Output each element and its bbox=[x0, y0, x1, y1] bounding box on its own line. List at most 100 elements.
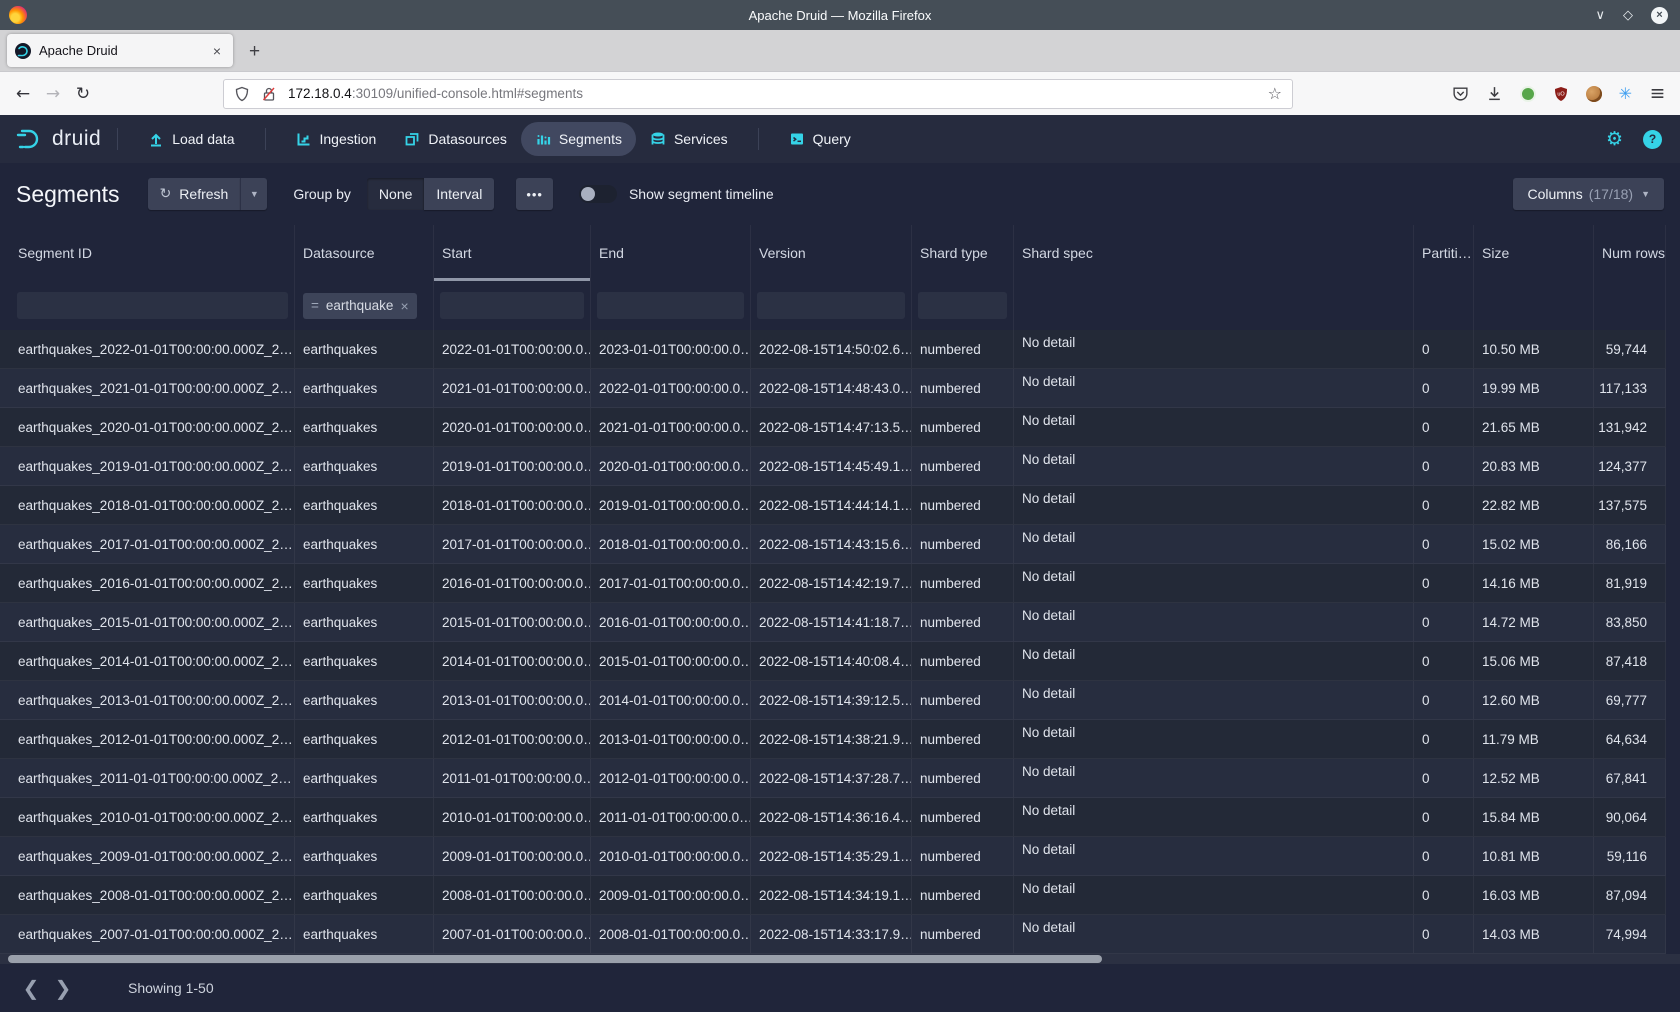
shard-type-filter-input[interactable] bbox=[918, 292, 1007, 319]
table-row[interactable]: earthquakes_2021-01-01T00:00:00.000Z_2… … bbox=[0, 369, 1666, 408]
cell-shard-spec: No detail bbox=[1014, 408, 1414, 446]
cell-datasource: earthquakes bbox=[295, 720, 434, 758]
tab-close-icon[interactable]: × bbox=[209, 43, 225, 59]
start-filter-input[interactable] bbox=[440, 292, 584, 319]
cell-num-rows: 59,744 bbox=[1594, 330, 1666, 368]
table-row[interactable]: earthquakes_2019-01-01T00:00:00.000Z_2… … bbox=[0, 447, 1666, 486]
cell-num-rows: 59,116 bbox=[1594, 837, 1666, 875]
table-row[interactable]: earthquakes_2009-01-01T00:00:00.000Z_2… … bbox=[0, 837, 1666, 876]
insecure-lock-icon[interactable] bbox=[261, 86, 279, 102]
scrollbar-thumb[interactable] bbox=[8, 955, 1102, 963]
group-by-interval-button[interactable]: Interval bbox=[424, 178, 494, 210]
cell-partition: 0 bbox=[1414, 642, 1474, 680]
column-header-datasource[interactable]: Datasource bbox=[295, 225, 434, 281]
cell-end: 2015-01-01T00:00:00.0… bbox=[591, 642, 751, 680]
column-header-partition[interactable]: Partiti… bbox=[1414, 225, 1474, 281]
group-by-none-button[interactable]: None bbox=[367, 178, 424, 210]
reload-button[interactable]: ↻ bbox=[68, 84, 98, 104]
window-maximize-icon[interactable]: ◇ bbox=[1623, 7, 1633, 23]
version-filter-input[interactable] bbox=[757, 292, 905, 319]
column-header-shard-spec[interactable]: Shard spec bbox=[1014, 225, 1414, 281]
column-header-num-rows[interactable]: Num rows bbox=[1594, 225, 1666, 281]
remove-filter-icon[interactable]: × bbox=[400, 298, 408, 314]
cell-segment-id: earthquakes_2017-01-01T00:00:00.000Z_2… bbox=[0, 525, 295, 563]
columns-button[interactable]: Columns(17/18)▼ bbox=[1513, 178, 1664, 210]
table-row[interactable]: earthquakes_2017-01-01T00:00:00.000Z_2… … bbox=[0, 525, 1666, 564]
cookie-extension-icon[interactable] bbox=[1586, 86, 1602, 102]
table-row[interactable]: earthquakes_2014-01-01T00:00:00.000Z_2… … bbox=[0, 642, 1666, 681]
toggle-knob bbox=[581, 187, 595, 201]
cell-partition: 0 bbox=[1414, 447, 1474, 485]
horizontal-scrollbar[interactable] bbox=[0, 954, 1680, 964]
extension-green-icon[interactable] bbox=[1520, 86, 1536, 102]
column-header-start[interactable]: Start bbox=[434, 225, 591, 281]
table-row[interactable]: earthquakes_2020-01-01T00:00:00.000Z_2… … bbox=[0, 408, 1666, 447]
window-minimize-icon[interactable]: ∨ bbox=[1595, 7, 1605, 23]
cell-num-rows: 86,166 bbox=[1594, 525, 1666, 563]
refresh-button[interactable]: ↻Refresh bbox=[148, 178, 241, 210]
help-icon[interactable]: ? bbox=[1643, 130, 1662, 149]
cell-partition: 0 bbox=[1414, 486, 1474, 524]
druid-logo[interactable]: druid bbox=[15, 126, 101, 152]
datasource-filter-tag[interactable]: = earthquake × bbox=[303, 293, 417, 319]
column-header-segment-id[interactable]: Segment ID bbox=[0, 225, 295, 281]
downloads-icon[interactable] bbox=[1486, 85, 1503, 102]
previous-page-button[interactable]: ❮ bbox=[20, 976, 42, 1000]
table-row[interactable]: earthquakes_2010-01-01T00:00:00.000Z_2… … bbox=[0, 798, 1666, 837]
cell-datasource: earthquakes bbox=[295, 876, 434, 914]
druid-navbar: druid Load data Ingestion Datasources Se… bbox=[0, 115, 1680, 163]
druid-brand-text: druid bbox=[52, 127, 101, 151]
end-filter-input[interactable] bbox=[597, 292, 744, 319]
new-tab-button[interactable]: + bbox=[249, 41, 260, 63]
settings-gear-icon[interactable]: ⚙ bbox=[1606, 128, 1623, 150]
columns-count: (17/18) bbox=[1589, 186, 1633, 202]
browser-tab-apache-druid[interactable]: Apache Druid × bbox=[7, 34, 233, 67]
more-options-button[interactable]: ••• bbox=[516, 178, 553, 210]
table-row[interactable]: earthquakes_2011-01-01T00:00:00.000Z_2… … bbox=[0, 759, 1666, 798]
table-row[interactable]: earthquakes_2007-01-01T00:00:00.000Z_2… … bbox=[0, 915, 1666, 954]
nav-item-load-data[interactable]: Load data bbox=[134, 122, 248, 156]
cell-shard-spec: No detail bbox=[1014, 798, 1414, 836]
column-header-end[interactable]: End bbox=[591, 225, 751, 281]
menu-hamburger-icon[interactable] bbox=[1649, 85, 1666, 102]
cell-size: 12.52 MB bbox=[1474, 759, 1594, 797]
cell-partition: 0 bbox=[1414, 915, 1474, 953]
chevron-down-icon: ▼ bbox=[1641, 189, 1650, 199]
table-row[interactable]: earthquakes_2016-01-01T00:00:00.000Z_2… … bbox=[0, 564, 1666, 603]
back-button[interactable]: ← bbox=[8, 84, 38, 104]
column-header-shard-type[interactable]: Shard type bbox=[912, 225, 1014, 281]
pocket-icon[interactable] bbox=[1452, 85, 1469, 102]
url-bar[interactable]: 172.18.0.4:30109/unified-console.html#se… bbox=[223, 79, 1293, 109]
ublock-origin-icon[interactable]: uO bbox=[1553, 86, 1569, 102]
table-row[interactable]: earthquakes_2008-01-01T00:00:00.000Z_2… … bbox=[0, 876, 1666, 915]
cell-version: 2022-08-15T14:48:43.0… bbox=[751, 369, 912, 407]
refresh-options-button[interactable]: ▼ bbox=[240, 178, 267, 210]
segment-id-filter-input[interactable] bbox=[17, 292, 288, 319]
tracking-shield-icon[interactable] bbox=[234, 86, 252, 102]
cell-start: 2011-01-01T00:00:00.0… bbox=[434, 759, 591, 797]
column-header-size[interactable]: Size bbox=[1474, 225, 1594, 281]
nav-item-services[interactable]: Services bbox=[636, 122, 742, 156]
cell-start: 2009-01-01T00:00:00.0… bbox=[434, 837, 591, 875]
segment-timeline-toggle[interactable] bbox=[579, 185, 617, 203]
nav-item-datasources[interactable]: Datasources bbox=[390, 122, 521, 156]
cell-start: 2008-01-01T00:00:00.0… bbox=[434, 876, 591, 914]
cell-partition: 0 bbox=[1414, 798, 1474, 836]
next-page-button[interactable]: ❯ bbox=[52, 976, 74, 1000]
column-header-version[interactable]: Version bbox=[751, 225, 912, 281]
table-row[interactable]: earthquakes_2018-01-01T00:00:00.000Z_2… … bbox=[0, 486, 1666, 525]
cell-datasource: earthquakes bbox=[295, 486, 434, 524]
extension-asterisk-icon[interactable]: ✳ bbox=[1619, 84, 1632, 103]
nav-item-query[interactable]: Query bbox=[775, 122, 865, 156]
window-close-icon[interactable]: × bbox=[1651, 7, 1668, 24]
navbar-divider bbox=[758, 128, 759, 150]
forward-button[interactable]: → bbox=[38, 84, 68, 104]
bookmark-star-icon[interactable]: ☆ bbox=[1268, 84, 1282, 103]
table-row[interactable]: earthquakes_2022-01-01T00:00:00.000Z_2… … bbox=[0, 330, 1666, 369]
cell-shard-type: numbered bbox=[912, 525, 1014, 563]
nav-item-segments[interactable]: Segments bbox=[521, 122, 636, 156]
table-row[interactable]: earthquakes_2015-01-01T00:00:00.000Z_2… … bbox=[0, 603, 1666, 642]
table-row[interactable]: earthquakes_2013-01-01T00:00:00.000Z_2… … bbox=[0, 681, 1666, 720]
nav-item-ingestion[interactable]: Ingestion bbox=[282, 122, 391, 156]
table-row[interactable]: earthquakes_2012-01-01T00:00:00.000Z_2… … bbox=[0, 720, 1666, 759]
